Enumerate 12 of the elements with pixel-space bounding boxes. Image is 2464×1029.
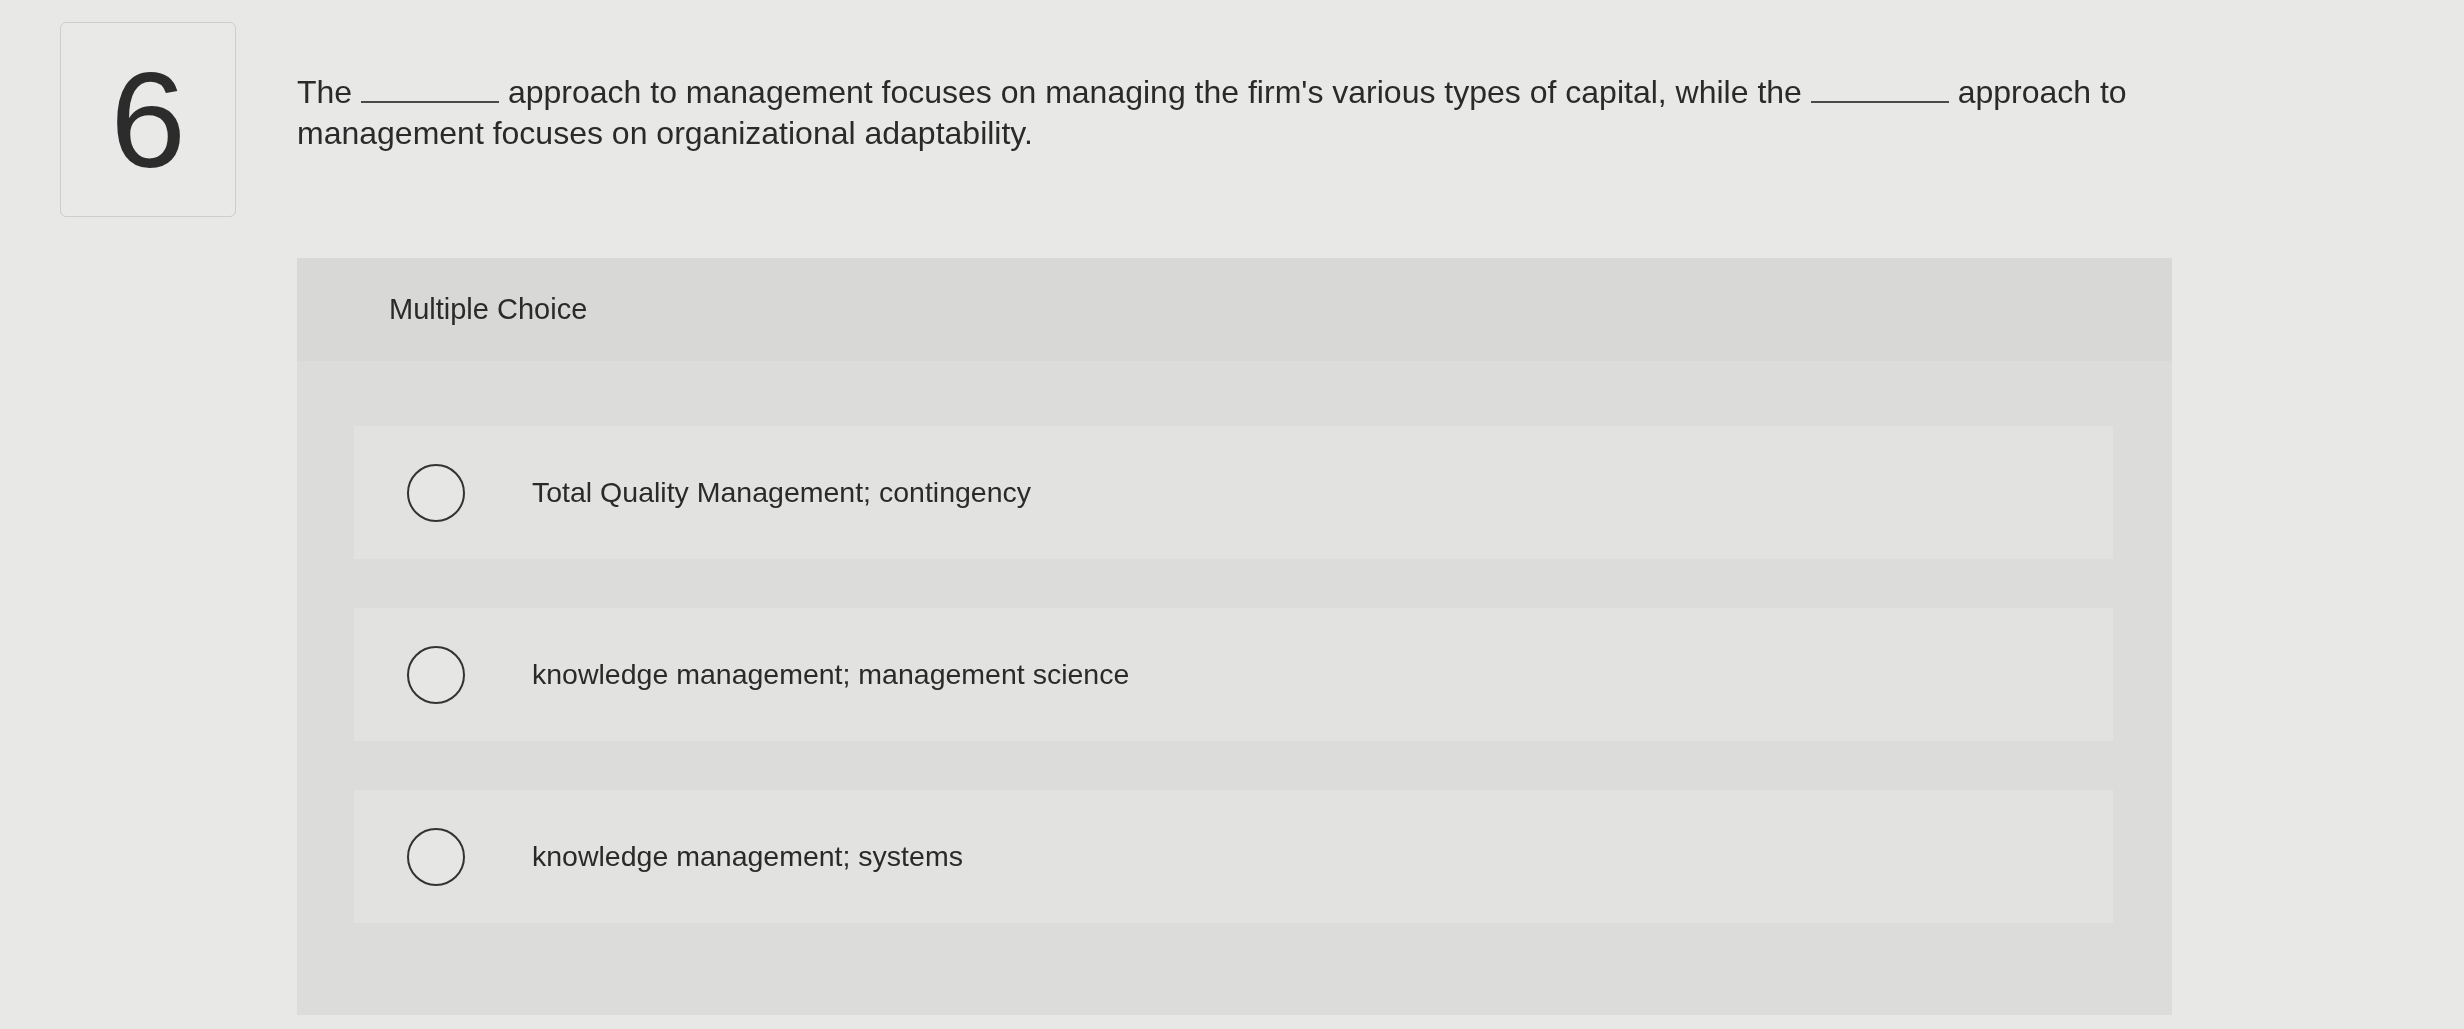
radio-button[interactable] [407,463,465,522]
answer-option[interactable]: Total Quality Management; contingency [354,426,2113,559]
answer-option[interactable]: knowledge management; systems [354,790,2113,923]
question-text: The approach to management focuses on managing the firm's various types of capital, while the approach to management focuses on organizational adaptability. [297,73,2128,153]
option-label: knowledge management; systems [532,840,963,873]
radio-button[interactable] [407,645,465,704]
question-number: 6 [60,22,236,217]
answer-option[interactable]: knowledge management; management science [354,608,2113,741]
answer-type-heading: Multiple Choice [389,293,588,326]
option-label: knowledge management; management science [532,658,1130,691]
radio-button[interactable] [407,827,465,886]
option-label: Total Quality Management; contingency [532,476,1032,509]
